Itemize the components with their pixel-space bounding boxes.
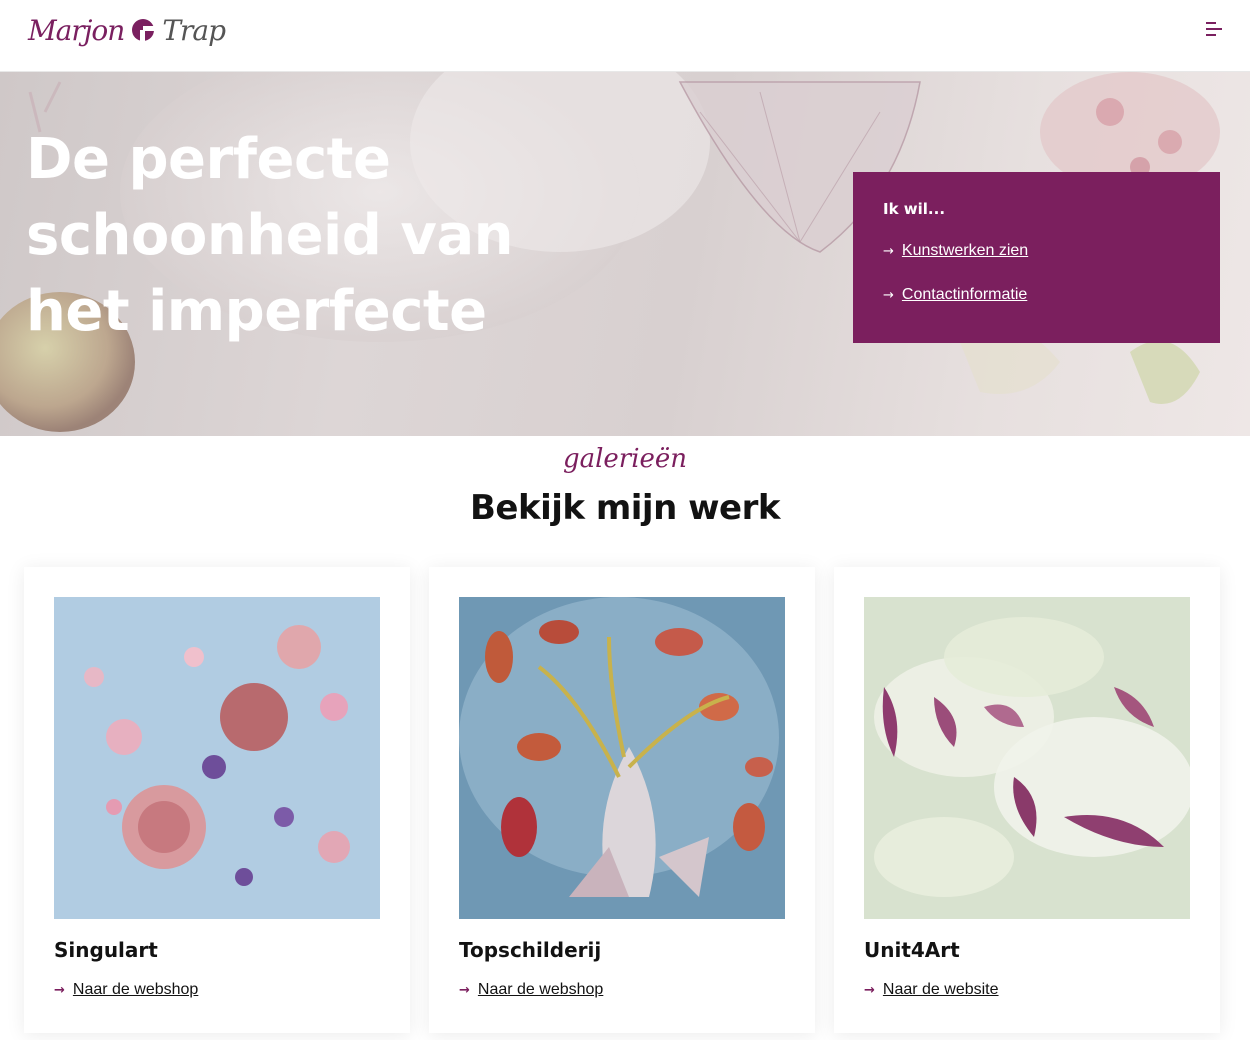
artwork-image — [864, 597, 1190, 919]
card-link-webshop[interactable]: → Naar de webshop — [54, 981, 198, 999]
card-title: Unit4Art — [864, 938, 960, 962]
card-link-webshop[interactable]: → Naar de webshop — [459, 981, 603, 999]
arrow-right-icon: → — [54, 982, 65, 998]
hero-heading-line: het imperfecte — [26, 279, 487, 344]
link-kunstwerken-zien[interactable]: → Kunstwerken zien — [883, 242, 1190, 260]
hero-heading: De perfecte schoonheid van het imperfect… — [26, 122, 546, 350]
gallery-card-singulart: Singulart → Naar de webshop — [24, 567, 410, 1033]
card-link-website[interactable]: → Naar de website — [864, 981, 999, 999]
card-link-label: Naar de webshop — [72, 981, 199, 998]
link-label: Kunstwerken zien — [901, 242, 1029, 259]
section-kicker: galerieën — [562, 444, 688, 474]
gallery-card-unit4art: Unit4Art → Naar de website — [834, 567, 1220, 1033]
gallery-card-topschilderij: Topschilderij → Naar de webshop — [429, 567, 815, 1033]
hamburger-menu-icon[interactable] — [1206, 18, 1228, 38]
ik-wil-title: Ik wil... — [883, 200, 946, 218]
hero-heading-line: De perfecte — [26, 127, 391, 192]
card-title: Singulart — [54, 938, 158, 962]
logo-last-name: Trap — [162, 13, 226, 47]
ik-wil-box: Ik wil... → Kunstwerken zien → Contactin… — [853, 172, 1220, 343]
menu-line — [1206, 34, 1216, 36]
artwork-image — [459, 597, 785, 919]
menu-line — [1206, 22, 1216, 24]
logo-mark-icon — [132, 19, 156, 42]
hero-heading-line: schoonheid van — [26, 203, 514, 268]
section-title: Bekijk mijn werk — [470, 488, 780, 528]
arrow-right-icon: → — [459, 982, 470, 998]
arrow-right-icon: → — [864, 982, 875, 998]
arrow-right-icon: → — [883, 243, 894, 259]
card-link-label: Naar de website — [882, 981, 999, 998]
arrow-right-icon: → — [883, 287, 894, 303]
menu-line — [1206, 28, 1222, 30]
site-logo[interactable]: Marjon Trap — [28, 4, 226, 56]
card-link-label: Naar de webshop — [477, 981, 604, 998]
link-contactinformatie[interactable]: → Contactinformatie — [883, 286, 1190, 304]
logo-first-name: Marjon — [28, 13, 125, 47]
site-header: Marjon Trap — [0, 0, 1250, 72]
hero-banner: De perfecte schoonheid van het imperfect… — [0, 72, 1250, 436]
card-title: Topschilderij — [459, 938, 602, 962]
artwork-image — [54, 597, 380, 919]
link-label: Contactinformatie — [901, 286, 1028, 303]
